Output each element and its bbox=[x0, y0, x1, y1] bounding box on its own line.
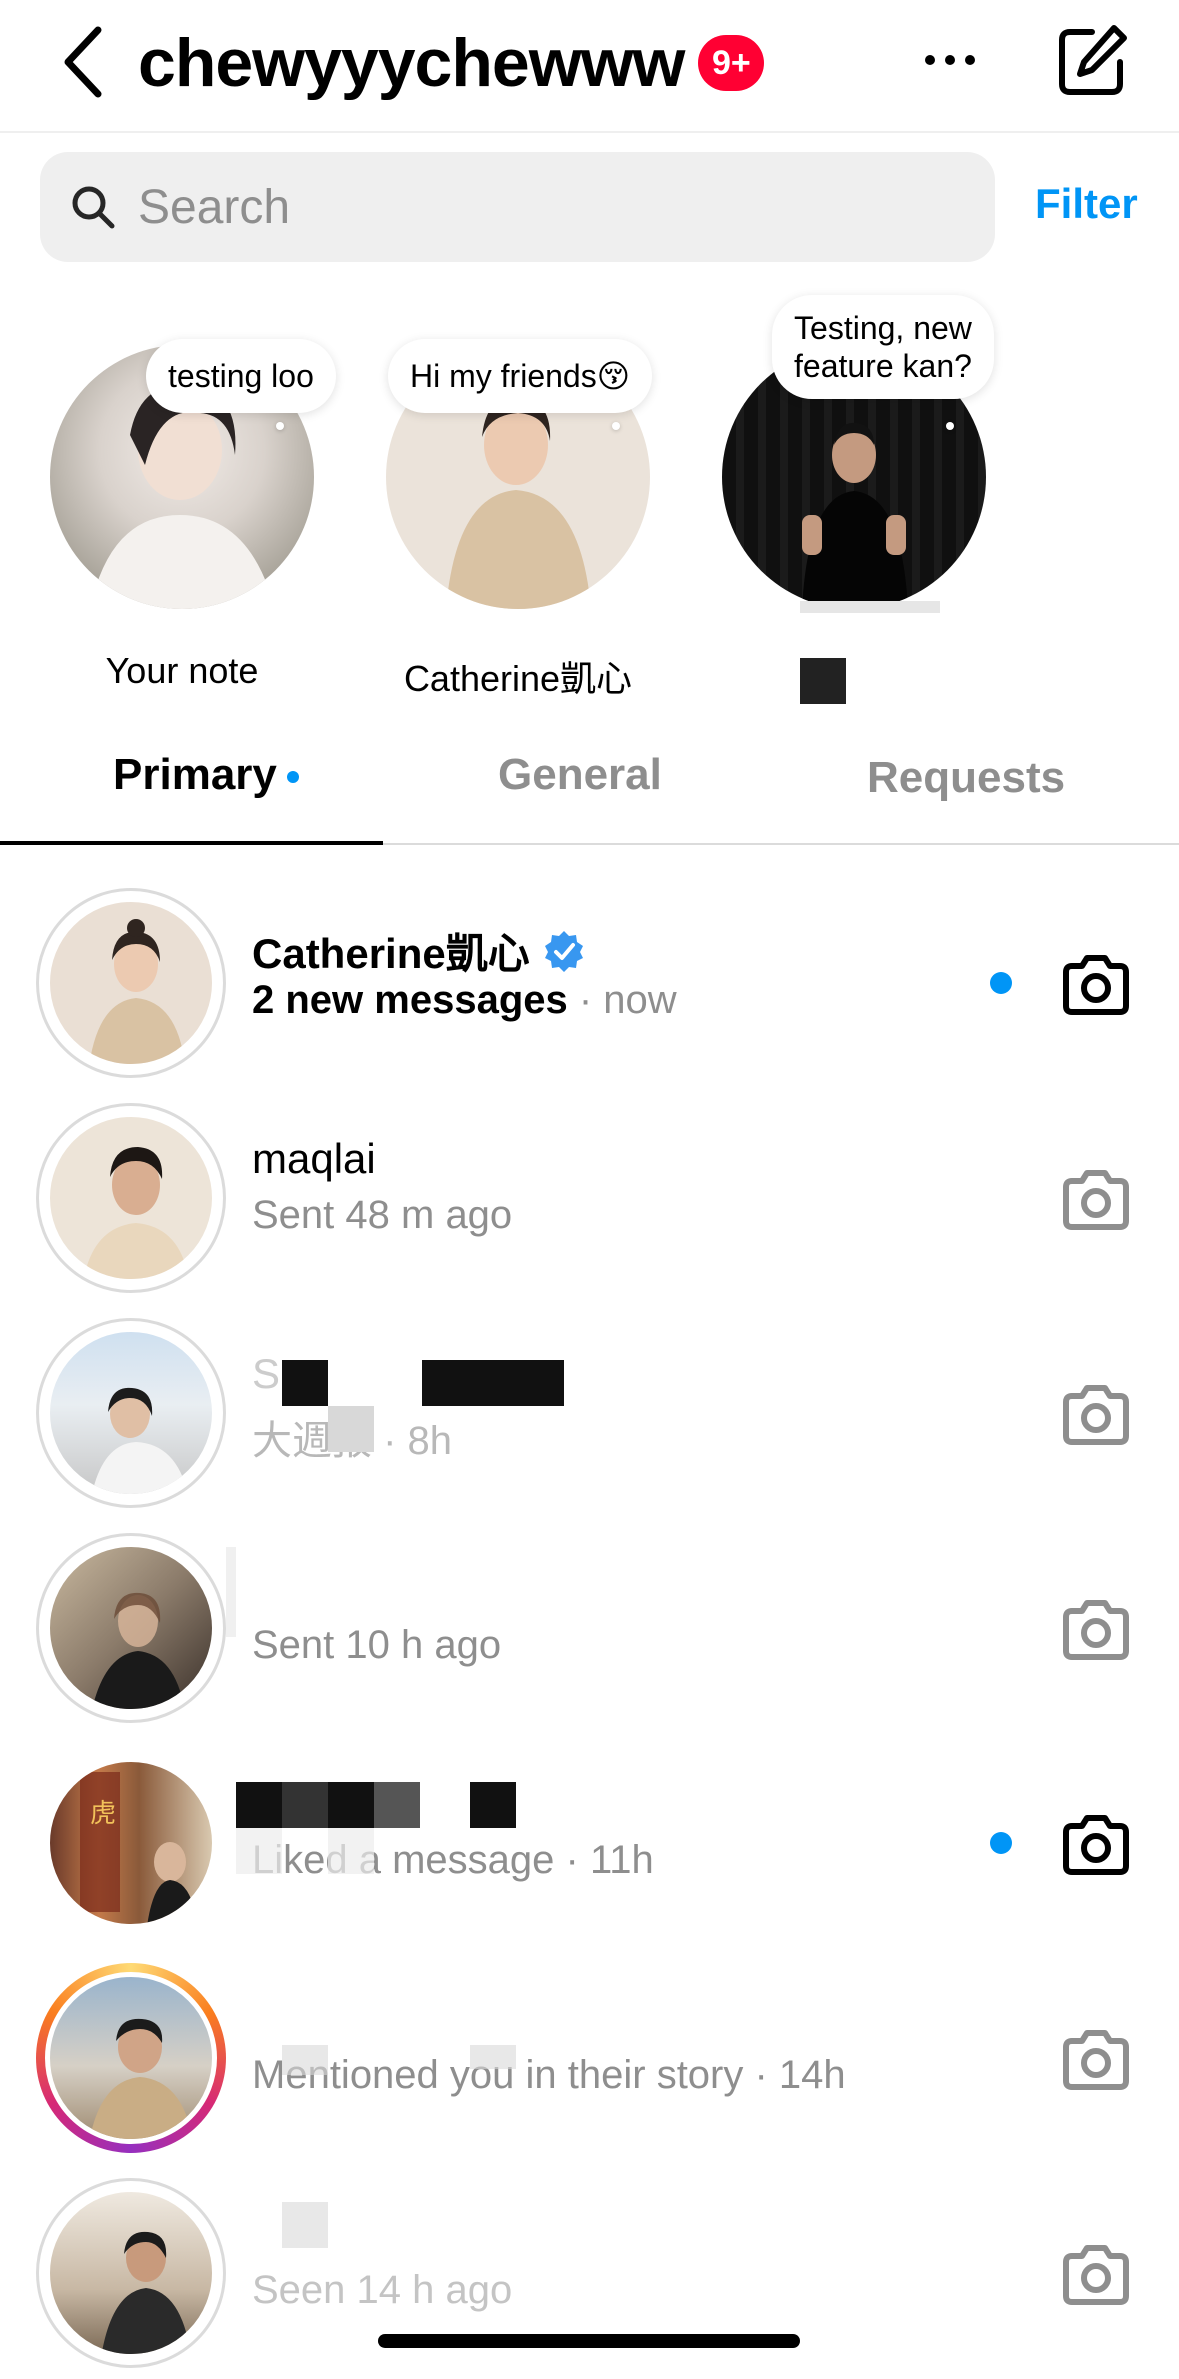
bubble-tail-dot bbox=[946, 422, 954, 430]
unread-indicator bbox=[990, 972, 1012, 994]
redacted-block bbox=[470, 2045, 516, 2069]
avatar bbox=[36, 888, 226, 1078]
thread-row[interactable]: S 大週报 · 8h bbox=[0, 1302, 1179, 1517]
thread-preview-time: · now bbox=[567, 978, 677, 1022]
redacted-block bbox=[282, 2202, 328, 2248]
unread-dot bbox=[286, 771, 299, 784]
redacted-block bbox=[282, 1360, 328, 1406]
redacted-block bbox=[328, 1782, 374, 1828]
avatar bbox=[36, 1533, 226, 1723]
notification-badge: 9+ bbox=[698, 35, 765, 91]
thread-preview-strong: 2 new messages bbox=[252, 978, 568, 1022]
thread-preview: 2 new messages · now bbox=[252, 978, 677, 1023]
redacted-block bbox=[328, 1828, 374, 1874]
camera-icon[interactable] bbox=[1060, 952, 1132, 1016]
redacted-block bbox=[800, 658, 846, 704]
top-bar: chewyyychewww 9+ bbox=[0, 0, 1179, 133]
thread-name-text: S bbox=[252, 1350, 281, 1397]
thread-name: maqlai bbox=[252, 1135, 376, 1182]
active-tab-indicator bbox=[0, 841, 383, 845]
thread-row[interactable]: Catherine凱心 2 new messages · now bbox=[0, 872, 1179, 1087]
thread-preview: Sent 10 h ago bbox=[252, 1623, 502, 1667]
search-bar[interactable] bbox=[40, 152, 995, 262]
svg-text:虎: 虎 bbox=[90, 1799, 116, 1829]
thread-name: Catherine凱心 bbox=[252, 920, 586, 981]
verified-badge-icon bbox=[544, 930, 583, 972]
avatar bbox=[36, 1318, 226, 1508]
redacted-block bbox=[282, 1782, 328, 1828]
search-icon bbox=[72, 186, 115, 229]
back-arrow-icon[interactable] bbox=[58, 22, 108, 102]
avatar bbox=[36, 1103, 226, 1293]
bubble-tail-dot bbox=[276, 422, 284, 430]
search-input[interactable] bbox=[138, 172, 958, 242]
thread-preview: Mentioned you in their story · 14h bbox=[252, 2053, 846, 2097]
redacted-block bbox=[422, 1360, 564, 1406]
camera-icon[interactable] bbox=[1060, 2242, 1132, 2306]
camera-icon[interactable] bbox=[1060, 1597, 1132, 1661]
note-label: Your note bbox=[105, 650, 259, 691]
compose-message-icon[interactable] bbox=[1056, 22, 1130, 98]
redacted-block bbox=[236, 1828, 282, 1874]
note-bubble-line: feature kan? bbox=[794, 348, 972, 384]
thread-row[interactable]: Sent 10 h ago bbox=[0, 1517, 1179, 1732]
bubble-tail-dot bbox=[612, 422, 620, 430]
camera-icon[interactable] bbox=[1060, 1382, 1132, 1446]
thread-row[interactable]: maqlai Sent 48 m ago bbox=[0, 1087, 1179, 1302]
thread-preview: Seen 14 h ago bbox=[252, 2268, 513, 2312]
redacted-block bbox=[374, 1782, 420, 1828]
avatar: 虎 bbox=[36, 1748, 226, 1938]
note-bubble: Hi my friends😚 bbox=[388, 339, 653, 413]
redacted-block bbox=[236, 1782, 282, 1828]
camera-icon[interactable] bbox=[1060, 2027, 1132, 2091]
inbox-tabs: Primary General Requests bbox=[0, 720, 1179, 845]
thread-name-text: Catherine凱心 bbox=[252, 930, 530, 977]
redacted-block bbox=[226, 1547, 236, 1637]
note-bubble: Testing, new feature kan? bbox=[772, 295, 994, 399]
note-bubble: testing loo bbox=[146, 339, 336, 413]
thread-row[interactable]: Mentioned you in their story · 14h bbox=[0, 1947, 1179, 2162]
note-label: Catherine凱心 bbox=[403, 658, 633, 699]
camera-icon[interactable] bbox=[1060, 1812, 1132, 1876]
thread-name: S bbox=[252, 1350, 280, 1398]
tab-requests[interactable]: Requests bbox=[867, 753, 1065, 803]
unread-indicator bbox=[990, 1832, 1012, 1854]
avatar bbox=[36, 2178, 226, 2368]
redacted-block bbox=[800, 601, 940, 613]
account-switcher[interactable]: chewyyychewww 9+ bbox=[138, 18, 765, 108]
home-indicator[interactable] bbox=[378, 2334, 800, 2348]
thread-preview: Sent 48 m ago bbox=[252, 1193, 513, 1237]
redacted-block bbox=[282, 2045, 328, 2075]
redacted-block bbox=[470, 1782, 516, 1828]
account-username: chewyyychewww bbox=[138, 25, 685, 101]
tab-general[interactable]: General bbox=[498, 750, 662, 800]
camera-icon[interactable] bbox=[1060, 1167, 1132, 1231]
note-bubble-line: Testing, new bbox=[794, 310, 972, 346]
tab-label: Primary bbox=[113, 750, 277, 799]
tab-primary[interactable]: Primary bbox=[113, 750, 299, 800]
thread-preview: Liked a message · 11h bbox=[252, 1838, 654, 1882]
more-options-icon[interactable] bbox=[920, 40, 980, 80]
filter-button[interactable]: Filter bbox=[1035, 180, 1138, 228]
thread-row[interactable]: 虎 Liked a message · 11h bbox=[0, 1732, 1179, 1947]
avatar-story-ring[interactable] bbox=[36, 1963, 226, 2153]
redacted-block bbox=[328, 1406, 374, 1452]
